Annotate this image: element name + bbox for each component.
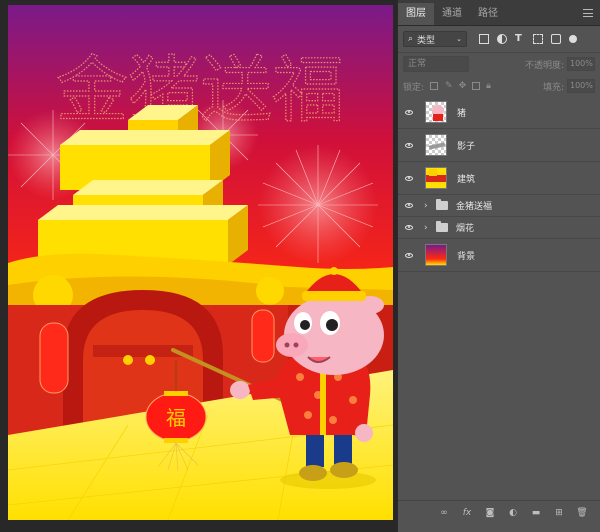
filter-type-icon[interactable]: T: [515, 34, 525, 44]
layer-thumbnail: [425, 167, 447, 189]
layer-name: 影子: [457, 141, 476, 152]
title-calligraphy: 金猪送福: [56, 48, 344, 132]
opacity-field[interactable]: 100%: [567, 57, 595, 71]
visibility-toggle[interactable]: [398, 129, 420, 161]
lock-artboard-icon[interactable]: [472, 82, 481, 90]
layer-name: 背景: [457, 251, 476, 262]
trash-icon[interactable]: 🗑︎: [576, 508, 588, 518]
eye-icon: [405, 225, 413, 230]
visibility-toggle[interactable]: [398, 217, 420, 238]
layer-thumbnail: [425, 244, 447, 266]
fill-label: 填充:: [542, 82, 564, 93]
mask-icon[interactable]: ◙: [484, 508, 496, 518]
chevron-right-icon[interactable]: ›: [424, 201, 434, 211]
filter-shape-icon[interactable]: [533, 34, 543, 44]
layer-name: 建筑: [457, 174, 476, 185]
artwork: 金猪送福 福: [8, 5, 393, 520]
fx-icon[interactable]: fx: [461, 508, 473, 518]
blend-row: 正常 不透明度: 100%: [398, 53, 600, 75]
eye-icon: [405, 252, 413, 258]
tab-layers[interactable]: 图层: [398, 3, 434, 25]
link-icon[interactable]: ∞: [438, 508, 450, 518]
filter-pixel-icon[interactable]: [479, 34, 489, 44]
layer-row[interactable]: 影子: [398, 129, 600, 162]
lock-move-icon[interactable]: ✥: [459, 81, 467, 91]
wall-lantern-right: [251, 309, 275, 363]
layer-list: 猪 影子 建筑 › 金猪送福 › 烟花 背景: [398, 96, 600, 272]
tab-channels[interactable]: 通道: [434, 3, 470, 25]
opacity-label: 不透明度:: [524, 60, 564, 71]
svg-text:福: 福: [166, 406, 186, 430]
layer-name: 烟花: [456, 224, 475, 234]
lock-row: 锁定: ✎ ✥ 🔒︎ 填充: 100%: [398, 75, 600, 97]
filter-smart-object-icon[interactable]: [551, 34, 561, 44]
new-layer-icon[interactable]: ⊞: [553, 508, 565, 518]
visibility-toggle[interactable]: [398, 239, 420, 271]
layer-thumbnail: [425, 101, 447, 123]
panel-tab-bar: 图层 通道 路径: [398, 0, 600, 26]
layer-filter-row: ⌕ 类型 ⌄ T: [398, 26, 600, 52]
lock-transparent-icon[interactable]: [430, 82, 439, 90]
fill-field[interactable]: 100%: [567, 79, 595, 93]
lock-all-icon[interactable]: 🔒︎: [486, 81, 491, 91]
filter-toggle-icon[interactable]: [569, 35, 577, 43]
visibility-toggle[interactable]: [398, 195, 420, 216]
filter-type-label: 类型: [417, 35, 436, 46]
layer-row[interactable]: 背景: [398, 239, 600, 272]
eye-icon: [405, 142, 413, 148]
chevron-right-icon[interactable]: ›: [424, 223, 434, 233]
layer-name: 猪: [457, 108, 467, 119]
folder-icon: [436, 199, 448, 210]
tab-paths[interactable]: 路径: [470, 3, 506, 25]
visibility-toggle[interactable]: [398, 162, 420, 194]
eye-icon: [405, 109, 413, 115]
visibility-toggle[interactable]: [398, 96, 420, 128]
document-canvas[interactable]: 金猪送福 福: [8, 5, 393, 520]
eye-icon: [405, 175, 413, 181]
group-icon[interactable]: ▬: [530, 508, 542, 518]
layer-name: 金猪送福: [456, 202, 493, 212]
layers-bottom-toolbar: ∞ fx ◙ ◐ ▬ ⊞ 🗑︎: [398, 500, 600, 524]
layer-group-row[interactable]: › 烟花: [398, 217, 600, 239]
folder-icon: [436, 221, 448, 232]
panel-menu-icon[interactable]: [583, 9, 593, 17]
filter-adjustment-icon[interactable]: [497, 34, 507, 44]
search-icon: ⌕: [408, 34, 414, 44]
chevron-down-icon: ⌄: [456, 35, 462, 43]
lock-brush-icon[interactable]: ✎: [445, 81, 453, 91]
layer-row[interactable]: 建筑: [398, 162, 600, 195]
blend-mode-select[interactable]: 正常: [403, 56, 469, 72]
layers-panel: 图层 通道 路径 ⌕ 类型 ⌄ T 正常 不透明度: 100% 锁定: ✎ ✥: [397, 0, 600, 532]
layer-row[interactable]: 猪: [398, 96, 600, 129]
lock-label: 锁定:: [403, 82, 425, 93]
filter-type-select[interactable]: ⌕ 类型 ⌄: [403, 31, 467, 47]
layer-thumbnail: [425, 134, 447, 156]
adjustment-icon[interactable]: ◐: [507, 508, 519, 518]
layer-group-row[interactable]: › 金猪送福: [398, 195, 600, 217]
wall-lantern-left: [39, 322, 69, 394]
eye-icon: [405, 203, 413, 208]
